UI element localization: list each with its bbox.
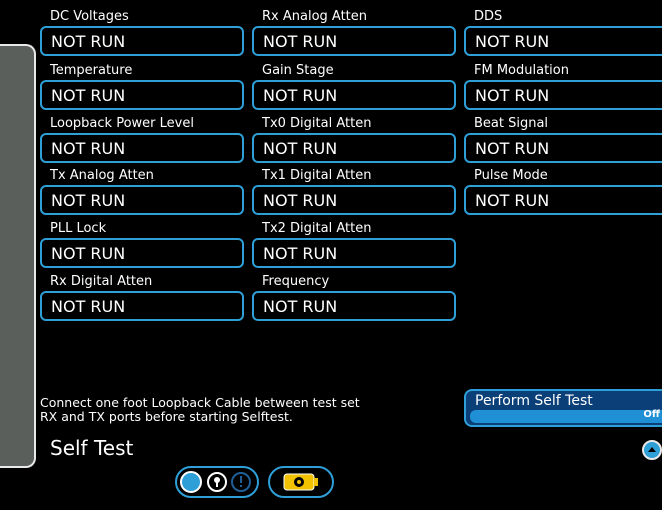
chevron-up-icon[interactable] <box>642 440 662 460</box>
test-rx-analog-atten: Rx Analog Atten NOT RUN <box>252 9 456 61</box>
instruction-text: Connect one foot Loopback Cable between … <box>40 396 360 424</box>
test-result-box: NOT RUN <box>252 291 456 321</box>
test-result-box: NOT RUN <box>252 185 456 215</box>
test-result-box: NOT RUN <box>40 80 244 110</box>
test-temperature: Temperature NOT RUN <box>40 63 244 115</box>
test-result: NOT RUN <box>475 191 550 210</box>
test-label: Loopback Power Level <box>50 116 194 131</box>
test-result: NOT RUN <box>263 32 338 51</box>
status-indicator-group[interactable] <box>175 466 259 498</box>
test-result-box: NOT RUN <box>40 185 244 215</box>
test-result: NOT RUN <box>51 191 126 210</box>
side-panel-tab[interactable] <box>0 44 36 468</box>
battery-status[interactable] <box>268 466 334 498</box>
test-result-box: NOT RUN <box>464 26 662 56</box>
test-result-box: NOT RUN <box>464 133 662 163</box>
test-result: NOT RUN <box>51 86 126 105</box>
test-pll-lock: PLL Lock NOT RUN <box>40 221 244 273</box>
test-result: NOT RUN <box>475 139 550 158</box>
test-label: Pulse Mode <box>474 168 548 183</box>
test-label: PLL Lock <box>50 221 107 236</box>
test-result: NOT RUN <box>51 32 126 51</box>
test-result-box: NOT RUN <box>464 80 662 110</box>
alert-icon <box>231 472 251 492</box>
page-title: Self Test <box>50 436 134 460</box>
test-loopback-power-level: Loopback Power Level NOT RUN <box>40 116 244 168</box>
test-label: Beat Signal <box>474 116 549 131</box>
key-lock-icon <box>207 472 227 492</box>
test-label: DDS <box>474 9 503 24</box>
test-label: DC Voltages <box>50 9 129 24</box>
test-beat-signal: Beat Signal NOT RUN <box>464 116 662 168</box>
test-label: Gain Stage <box>262 63 334 78</box>
test-label: Tx2 Digital Atten <box>262 221 372 236</box>
test-result-box: NOT RUN <box>252 238 456 268</box>
test-tx0-digital-atten: Tx0 Digital Atten NOT RUN <box>252 116 456 168</box>
test-label: Rx Digital Atten <box>50 274 153 289</box>
perform-self-test-button[interactable]: Perform Self Test Off <box>464 389 662 427</box>
test-result: NOT RUN <box>263 297 338 316</box>
test-pulse-mode: Pulse Mode NOT RUN <box>464 168 662 220</box>
test-frequency: Frequency NOT RUN <box>252 274 456 326</box>
test-label: Frequency <box>262 274 330 289</box>
test-dc-voltages: DC Voltages NOT RUN <box>40 9 244 61</box>
test-tx2-digital-atten: Tx2 Digital Atten NOT RUN <box>252 221 456 273</box>
test-gain-stage: Gain Stage NOT RUN <box>252 63 456 115</box>
self-test-toggle[interactable]: Off <box>470 409 662 423</box>
test-result: NOT RUN <box>51 297 126 316</box>
test-result: NOT RUN <box>51 244 126 263</box>
test-dds: DDS NOT RUN <box>464 9 662 61</box>
test-result: NOT RUN <box>51 139 126 158</box>
test-label: Rx Analog Atten <box>262 9 368 24</box>
test-rx-digital-atten: Rx Digital Atten NOT RUN <box>40 274 244 326</box>
test-result: NOT RUN <box>475 86 550 105</box>
test-result: NOT RUN <box>263 139 338 158</box>
instruction-line-1: Connect one foot Loopback Cable between … <box>40 395 360 410</box>
test-result-box: NOT RUN <box>40 291 244 321</box>
perform-self-test-label: Perform Self Test <box>475 393 593 409</box>
test-label: Temperature <box>50 63 133 78</box>
test-label: FM Modulation <box>474 63 569 78</box>
test-tx-analog-atten: Tx Analog Atten NOT RUN <box>40 168 244 220</box>
test-result: NOT RUN <box>263 244 338 263</box>
test-label: Tx0 Digital Atten <box>262 116 372 131</box>
circle-icon <box>180 471 202 493</box>
instruction-line-2: RX and TX ports before starting Selftest… <box>40 409 293 424</box>
test-result: NOT RUN <box>263 86 338 105</box>
test-result-box: NOT RUN <box>252 26 456 56</box>
test-fm-modulation: FM Modulation NOT RUN <box>464 63 662 115</box>
test-result-box: NOT RUN <box>252 133 456 163</box>
toggle-state: Off <box>643 409 660 420</box>
test-result: NOT RUN <box>263 191 338 210</box>
test-tx1-digital-atten: Tx1 Digital Atten NOT RUN <box>252 168 456 220</box>
test-label: Tx Analog Atten <box>50 168 154 183</box>
test-result-box: NOT RUN <box>40 238 244 268</box>
test-result-box: NOT RUN <box>40 133 244 163</box>
test-result-box: NOT RUN <box>252 80 456 110</box>
test-label: Tx1 Digital Atten <box>262 168 372 183</box>
test-result-box: NOT RUN <box>464 185 662 215</box>
battery-icon <box>283 473 318 491</box>
test-result: NOT RUN <box>475 32 550 51</box>
test-result-box: NOT RUN <box>40 26 244 56</box>
